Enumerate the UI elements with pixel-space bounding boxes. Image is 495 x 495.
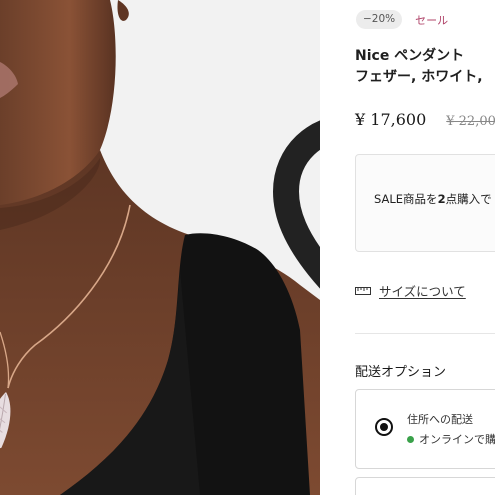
delivery-option-status: オンラインで購 (407, 431, 495, 447)
wishlist-button[interactable] (266, 0, 320, 289)
discount-badge: −20% (356, 10, 403, 29)
delivery-status-text: オンラインで購 (419, 433, 495, 446)
original-price: ¥ 22,000 (446, 114, 495, 129)
promo-count: 2 (437, 192, 446, 206)
availability-dot-icon (407, 435, 414, 443)
radio-selected[interactable] (375, 418, 393, 436)
divider (355, 333, 495, 334)
promo-text: SALE商品を2点購入で (374, 191, 492, 207)
delivery-option-name: 住所への配送 (407, 413, 473, 426)
delivery-option-next[interactable] (355, 477, 495, 495)
delivery-option-home[interactable]: 住所への配送 オンラインで購 (355, 389, 495, 469)
sale-price: ¥ 17,600 (355, 110, 427, 129)
badge-row: −20% セール (356, 10, 448, 29)
product-variant: フェザー, ホワイト, (355, 69, 483, 85)
product-info-panel: −20% セール Nice ペンダントフェザー, ホワイト, ¥ 17,600 … (320, 0, 495, 495)
heart-outline-icon (272, 120, 320, 289)
size-guide-label[interactable]: サイズについて (379, 281, 466, 300)
promo-banner: SALE商品を2点購入で (355, 154, 495, 252)
promo-text-suffix: 点購入で (445, 192, 492, 206)
promo-text-prefix: SALE商品を (374, 192, 438, 206)
product-image[interactable] (0, 0, 320, 495)
price-row: ¥ 17,600 ¥ 22,000 (355, 110, 495, 129)
product-brand: Nice (355, 48, 390, 64)
ruler-icon (355, 286, 371, 295)
product-name: ペンダント (389, 48, 465, 64)
delivery-heading: 配送オプション (355, 365, 447, 380)
sale-label: セール (415, 13, 449, 27)
product-title: Nice ペンダントフェザー, ホワイト, (355, 46, 495, 88)
size-guide-link[interactable]: サイズについて (355, 281, 466, 300)
